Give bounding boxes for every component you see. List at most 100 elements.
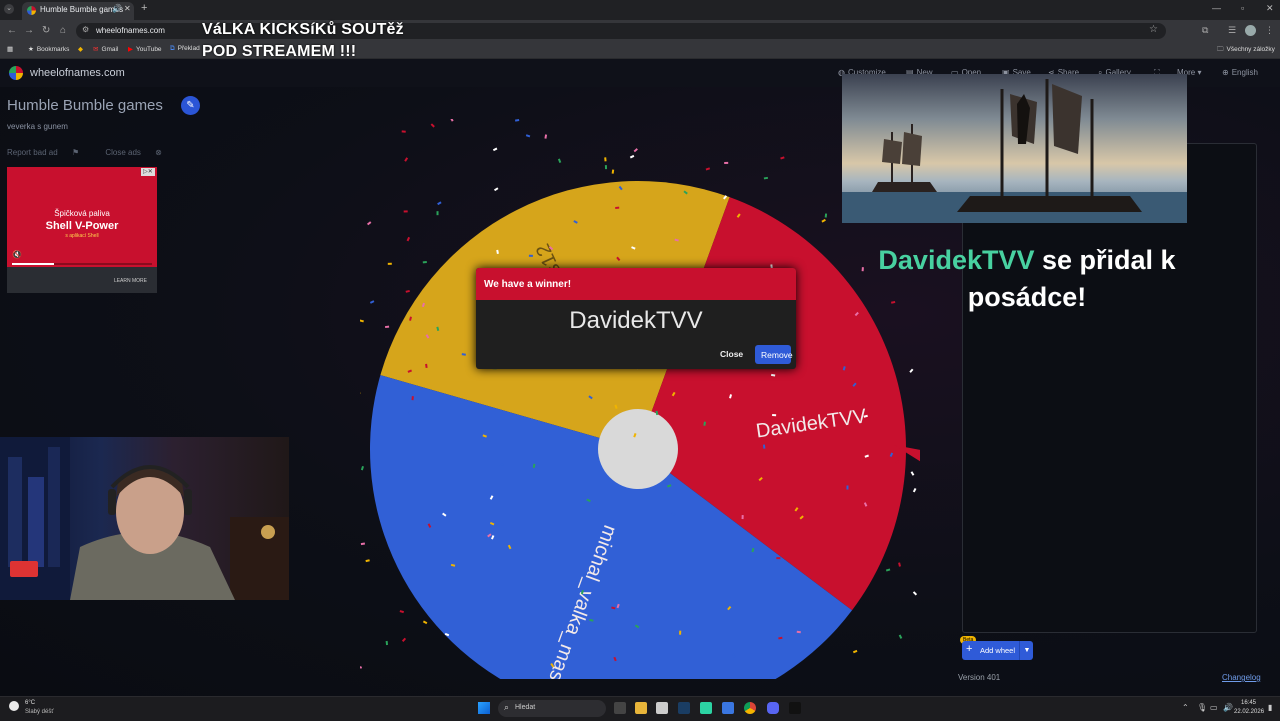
ad-banner[interactable]: ▷✕ Špičková paliva Shell V-Power s aplik… [7, 167, 157, 293]
remove-button[interactable]: Remove [755, 345, 791, 364]
browser-tab[interactable]: Humble Bumble games 🔊 ✕ [22, 2, 134, 20]
confetti-piece [825, 213, 827, 217]
webcam-overlay [0, 437, 289, 600]
confetti-piece [898, 562, 901, 566]
confetti-piece [529, 255, 533, 257]
folder-icon: 🗀 [1217, 46, 1224, 53]
microphone-icon[interactable]: 🎙 [1197, 703, 1207, 712]
notes-icon[interactable] [722, 702, 734, 714]
tab-search-icon[interactable]: ⌄ [4, 4, 14, 14]
weather-icon[interactable] [9, 701, 19, 711]
discord-icon[interactable] [767, 702, 779, 714]
bookmark-item[interactable]: ⧉Překlad [170, 45, 200, 53]
confetti-piece [634, 148, 638, 152]
weather-temperature[interactable]: 6°C [25, 700, 35, 706]
edit-title-button[interactable]: ✎ [181, 96, 200, 115]
bookmark-item[interactable]: ▶YouTube [128, 45, 162, 53]
close-ads-link[interactable]: Close ads ⊗ [105, 148, 174, 157]
confetti-piece [423, 261, 427, 263]
pirate-ship-image [842, 74, 1187, 223]
translate-icon: ⧉ [170, 45, 175, 52]
ad-progress-bar [12, 263, 152, 265]
pencil-icon: ✎ [186, 100, 194, 111]
photos-icon[interactable] [656, 702, 668, 714]
clock-date[interactable]: 22.02.2026 [1234, 709, 1264, 715]
flag-icon: ⚑ [72, 148, 79, 157]
changelog-link[interactable]: Changelog [1222, 673, 1261, 682]
start-icon[interactable] [478, 702, 490, 714]
confetti-piece [402, 638, 406, 642]
notifications-icon[interactable]: ▮ [1268, 703, 1272, 712]
home-icon[interactable]: ⌂ [60, 25, 66, 36]
site-info-icon[interactable]: ⚙ [82, 25, 89, 34]
minimize-icon[interactable]: — [1212, 3, 1221, 13]
bookmark-item[interactable]: ◆ [78, 45, 86, 53]
wheel-group[interactable]: Ekramos12DavidekTVVmichal_valka_mast... [370, 181, 906, 679]
globe-icon: ⊕ [1222, 68, 1229, 77]
mute-icon[interactable]: 🔇 [12, 250, 22, 259]
reload-icon[interactable]: ↻ [42, 25, 50, 36]
task-view-icon[interactable] [614, 702, 626, 714]
forward-icon[interactable]: → [24, 25, 34, 36]
stream-title-line1: VáLKA KICKSíKů SOUTěž [202, 19, 404, 41]
weather-condition[interactable]: Slabý déšť [25, 709, 54, 715]
site-name[interactable]: wheelofnames.com [30, 67, 125, 79]
extensions-icon[interactable]: ⧉ [1202, 25, 1208, 36]
add-wheel-button[interactable]: + Add wheel ▼ [962, 641, 1033, 660]
site-logo-icon[interactable] [9, 66, 23, 80]
wheel[interactable]: Ekramos12DavidekTVVmichal_valka_mast... [360, 119, 920, 679]
back-icon[interactable]: ← [7, 25, 17, 36]
browser-menu-icon[interactable]: ⋮ [1265, 25, 1274, 36]
confetti-piece [361, 466, 364, 470]
sketch-icon: ◆ [78, 46, 83, 53]
confetti-piece [404, 210, 408, 212]
wheel-hub[interactable] [598, 409, 678, 489]
x-icon[interactable] [789, 702, 801, 714]
app-icon[interactable] [700, 702, 712, 714]
sidepanel-icon[interactable]: ☰ [1228, 25, 1236, 36]
network-icon[interactable]: ▭ [1210, 703, 1218, 712]
close-button[interactable]: Close [720, 349, 743, 359]
confetti-piece [604, 157, 606, 161]
confetti-piece [388, 263, 392, 265]
ad-line3: s aplikací Shell [7, 233, 157, 239]
volume-icon[interactable]: 🔊 [1223, 703, 1233, 712]
confetti-piece [404, 157, 408, 161]
taskbar-search[interactable]: ⌕ Hledat [498, 700, 606, 717]
new-tab-icon[interactable]: + [141, 2, 147, 14]
bookmarks-bar: ▦ ★Bookmarks ◆ ✉Gmail ▶YouTube ⧉Překlad … [0, 42, 1280, 59]
confetti-piece [772, 414, 776, 416]
close-tab-icon[interactable]: ✕ [124, 4, 131, 13]
confetti-piece [360, 665, 362, 668]
dialog-title: We have a winner! [484, 279, 571, 290]
wheel-description: veverka s gunem [7, 122, 68, 131]
confetti-piece [367, 221, 371, 225]
profile-avatar[interactable] [1245, 25, 1256, 36]
tray-chevron-icon[interactable]: ⌃ [1182, 703, 1189, 712]
ad-choices-icon[interactable]: ▷✕ [141, 168, 155, 176]
steam-icon[interactable] [678, 702, 690, 714]
window-close-icon[interactable]: ✕ [1266, 3, 1274, 14]
ad-creative[interactable]: ▷✕ Špičková paliva Shell V-Power s aplik… [7, 167, 157, 267]
report-ad-link[interactable]: Report bad ad ⚑ [7, 148, 91, 157]
file-explorer-icon[interactable] [635, 702, 647, 714]
ad-learn-more[interactable]: LEARN MORE [114, 278, 147, 284]
confetti-piece [558, 159, 561, 163]
confetti-piece [630, 155, 634, 159]
bookmark-star-icon[interactable]: ☆ [1149, 24, 1158, 35]
speaker-icon[interactable]: 🔊 [112, 4, 122, 13]
chevron-down-icon[interactable]: ▼ [1019, 641, 1034, 660]
apps-grid-icon[interactable]: ▦ [7, 45, 13, 53]
ad-progress-fill [12, 263, 54, 265]
winner-dialog: We have a winner! DavidekTVV Close Remov… [476, 268, 796, 369]
chrome-icon[interactable] [744, 702, 756, 714]
nav-language[interactable]: ⊕English [1222, 68, 1258, 77]
maximize-icon[interactable]: ▫ [1241, 3, 1244, 13]
bookmark-item[interactable]: ★Bookmarks [28, 45, 69, 53]
ad-links: Report bad ad ⚑ Close ads ⊗ [7, 148, 186, 157]
clock-time[interactable]: 16:45 [1241, 700, 1256, 706]
all-bookmarks[interactable]: 🗀Všechny záložky [1217, 45, 1275, 56]
confetti-piece [742, 515, 744, 519]
confetti-piece [412, 396, 414, 400]
bookmark-item[interactable]: ✉Gmail [93, 45, 118, 53]
